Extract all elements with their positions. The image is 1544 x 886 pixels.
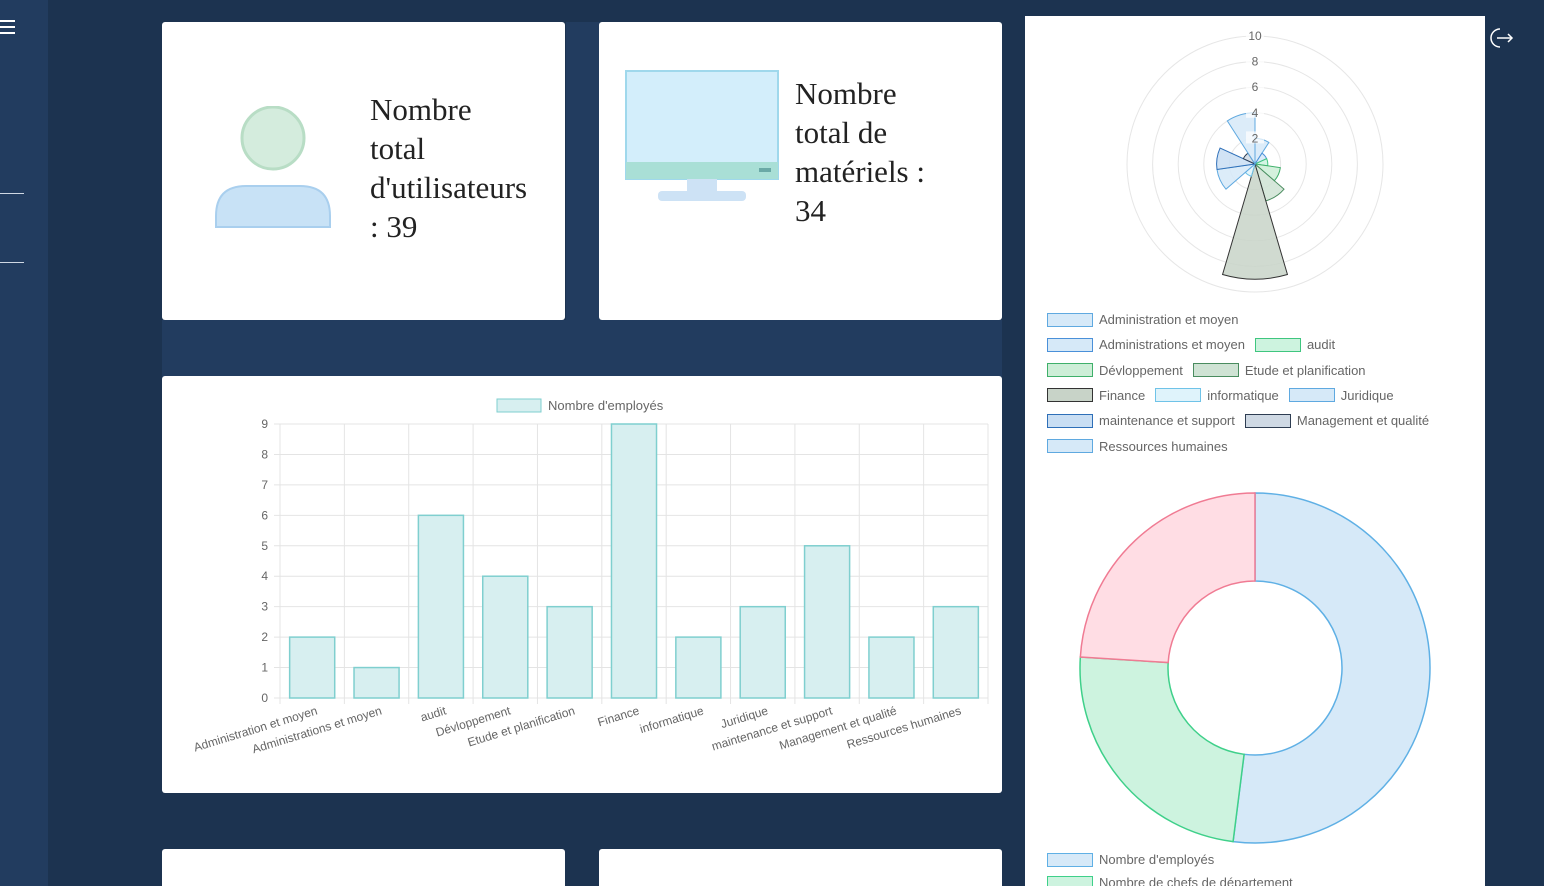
- sidebar-divider: [0, 262, 24, 263]
- bar: [932, 605, 980, 699]
- legend-label: Nombre de chefs de département: [1099, 875, 1293, 886]
- legend-row: Administration et moyen: [1047, 312, 1248, 327]
- legend-item[interactable]: Ressources humaines: [1047, 439, 1228, 454]
- legend-label: Etude et planification: [1244, 362, 1366, 378]
- legend-row: Administrations et moyen audit: [1047, 337, 1345, 352]
- legend-item[interactable]: audit: [1254, 337, 1336, 353]
- bar: [803, 545, 851, 699]
- legend-swatch: [1047, 363, 1093, 378]
- users-stat-card: Nombre total d'utilisateurs : 39: [162, 22, 565, 320]
- legend-label: Nombre d'employés: [1099, 852, 1215, 867]
- legend-item[interactable]: Nombre d'employés: [1047, 852, 1214, 867]
- doughnut-segment: [1079, 656, 1245, 843]
- doughnut-chart: [1079, 492, 1431, 844]
- user-icon: [215, 106, 331, 228]
- legend-label: Ressources humaines: [1099, 438, 1228, 454]
- y-tick-label: 9: [261, 417, 268, 431]
- legend-item[interactable]: Management et qualité: [1244, 413, 1430, 429]
- materials-stat-card: Nombre total de matériels : 34: [599, 22, 1002, 320]
- legend-label: Juridique: [1340, 387, 1394, 403]
- y-tick-label: 1: [261, 661, 268, 675]
- background-band: [566, 22, 600, 322]
- legend-swatch: [1047, 337, 1093, 352]
- users-stat-text: Nombre total d'utilisateurs : 39: [370, 92, 528, 244]
- legend-label: Nombre d'employés: [548, 398, 664, 413]
- legend-label: Administrations et moyen: [1099, 337, 1245, 353]
- legend-swatch: [1244, 413, 1291, 428]
- legend-item[interactable]: Etude et planification: [1192, 362, 1366, 378]
- logout-icon[interactable]: [1488, 26, 1516, 50]
- legend-item[interactable]: Juridique: [1288, 387, 1394, 403]
- monitor-icon: [625, 70, 779, 201]
- legend-item[interactable]: Nombre de chefs de département: [1047, 875, 1293, 886]
- bar: [739, 605, 787, 699]
- bar: [481, 575, 529, 699]
- y-tick-label: 2: [261, 630, 268, 644]
- legend-swatch: [1288, 388, 1335, 403]
- employees-bar-chart: Nombre d'employés0123456789Administratio…: [192, 398, 989, 756]
- legend-label: Management et qualité: [1296, 413, 1430, 429]
- x-tick-label: informatique: [638, 703, 706, 736]
- legend-swatch: [496, 398, 542, 413]
- employees-bar-chart-card: Nombre d'employés 0 1 2 3 4 5 6 7 8 9 Administratio…: [162, 376, 1002, 793]
- legend-item[interactable]: Administration et moyen: [1047, 312, 1238, 327]
- legend-swatch: [1155, 388, 1202, 403]
- legend-label: audit: [1306, 337, 1336, 353]
- legend-label: maintenance et support: [1099, 413, 1235, 429]
- doughnut-segment: [1232, 492, 1431, 844]
- legend-row: Ressources humaines: [1047, 439, 1238, 454]
- y-tick-label: 6: [261, 508, 268, 522]
- sidebar-divider: [0, 193, 24, 194]
- bar: [610, 423, 658, 699]
- r-tick-label: 6: [1252, 80, 1259, 94]
- y-tick-label: 5: [261, 539, 268, 553]
- legend-swatch: [1192, 363, 1239, 378]
- r-tick-label: 10: [1248, 29, 1262, 43]
- x-tick-label: Finance: [596, 703, 641, 729]
- r-tick-label: 2: [1252, 131, 1259, 145]
- legend-label: informatique: [1207, 387, 1279, 403]
- background-band: [162, 320, 1002, 377]
- polar-area-chart: 2 4 6 8 10: [1126, 29, 1384, 293]
- x-tick-label: audit: [419, 703, 449, 724]
- legend-row: Dévloppement Etude et planification: [1047, 363, 1376, 378]
- doughnut-segment: [1079, 492, 1256, 664]
- r-tick-label: 8: [1252, 55, 1259, 69]
- legend-swatch: [1254, 337, 1301, 352]
- bar: [288, 636, 336, 699]
- legend-item[interactable]: Finance: [1047, 388, 1145, 403]
- bar: [546, 605, 593, 699]
- legend-item[interactable]: maintenance et support: [1047, 413, 1235, 428]
- legend-swatch: [1047, 312, 1093, 327]
- legend-label: Finance: [1099, 387, 1146, 403]
- legend-swatch: [1047, 388, 1093, 403]
- legend-row: maintenance et support Management et qual…: [1047, 413, 1439, 428]
- legend-row: Finance informatique Juridique: [1047, 388, 1404, 403]
- y-tick-label: 7: [261, 478, 268, 492]
- right-charts-panel: 2 4 6 8 10 Administration et moyen Administra…: [1025, 16, 1485, 886]
- bar: [353, 666, 400, 699]
- legend-swatch: [1047, 413, 1093, 428]
- legend-item[interactable]: informatique: [1155, 388, 1279, 403]
- legend-label: Dévloppement: [1099, 362, 1183, 378]
- r-tick-label: 4: [1252, 106, 1259, 120]
- materials-stat-text: Nombre total de matériels : 34: [795, 76, 925, 228]
- y-tick-label: 0: [261, 691, 268, 705]
- bar: [675, 636, 722, 699]
- bar: [417, 514, 465, 699]
- y-tick-label: 4: [261, 569, 268, 583]
- bottom-card-right: [599, 849, 1002, 886]
- legend-swatch: [1047, 875, 1093, 886]
- legend-label: Administration et moyen: [1099, 312, 1239, 327]
- y-tick-label: 8: [261, 447, 268, 461]
- bar: [868, 636, 915, 699]
- legend-swatch: [1047, 439, 1093, 453]
- legend-item[interactable]: Dévloppement: [1047, 363, 1183, 378]
- y-tick-label: 3: [261, 600, 268, 614]
- sidebar: [0, 0, 48, 886]
- bottom-card-left: [162, 849, 565, 886]
- legend-swatch: [1047, 852, 1093, 867]
- hamburger-menu-icon[interactable]: [0, 20, 16, 38]
- legend-item[interactable]: Administrations et moyen: [1047, 337, 1245, 352]
